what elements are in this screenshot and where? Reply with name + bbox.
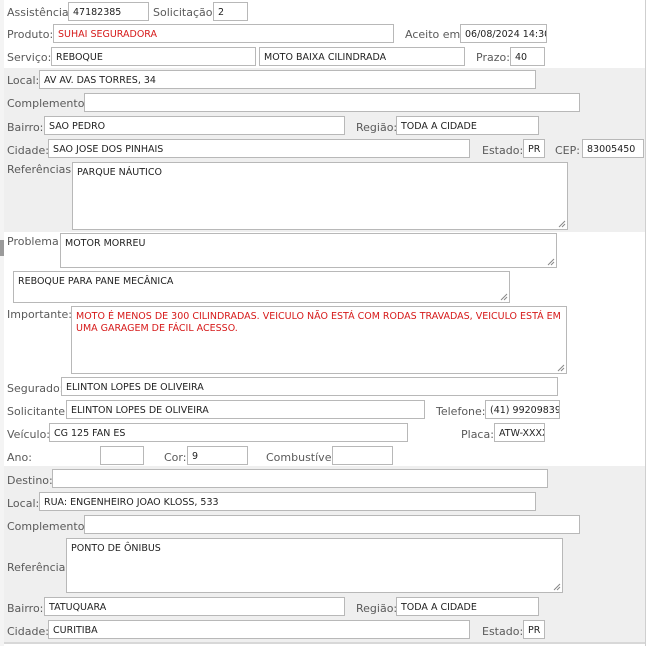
resize-grip-icon[interactable] bbox=[546, 257, 555, 266]
combustivel-field[interactable] bbox=[332, 446, 393, 465]
aceito-field[interactable]: 06/08/2024 14:30 bbox=[460, 24, 547, 43]
regiao-field[interactable]: TODA A CIDADE bbox=[396, 116, 539, 135]
importante-text: MOTO É MENOS DE 300 CILINDRADAS. VEICULO… bbox=[76, 311, 561, 334]
resize-grip-icon[interactable] bbox=[552, 582, 561, 591]
referencias-text: PARQUE NÁUTICO bbox=[77, 167, 162, 178]
cidade-label: Cidade: bbox=[7, 144, 49, 157]
placa-label: Placa: bbox=[461, 428, 494, 441]
destino-bairro-label: Bairro: bbox=[7, 602, 44, 615]
cor-field[interactable]: 9 bbox=[187, 446, 248, 465]
local-field[interactable]: AV AV. DAS TORRES, 34 bbox=[39, 70, 536, 89]
combustivel-label: Combustível: bbox=[266, 451, 339, 464]
referencias-textarea[interactable]: PARQUE NÁUTICO bbox=[72, 162, 568, 230]
servico-field[interactable]: REBOQUE bbox=[51, 47, 256, 66]
prazo-label: Prazo: bbox=[476, 51, 510, 64]
problema-label: Problema: bbox=[7, 235, 63, 248]
ano-field[interactable] bbox=[100, 446, 144, 465]
servico-detalhe-field[interactable]: MOTO BAIXA CILINDRADA bbox=[259, 47, 465, 66]
destino-regiao-label: Região: bbox=[356, 602, 398, 615]
destino-estado-label: Estado: bbox=[482, 625, 524, 638]
solicitacao-field[interactable]: 2 bbox=[213, 2, 248, 21]
destino-complemento-label: Complemento: bbox=[7, 520, 89, 533]
problema-textarea[interactable]: MOTOR MORREU bbox=[60, 233, 557, 268]
complemento-label: Complemento: bbox=[7, 97, 89, 110]
solicitacao-label: Solicitação: bbox=[153, 6, 217, 19]
descricao-textarea[interactable]: REBOQUE PARA PANE MECÂNICA bbox=[13, 271, 510, 303]
veiculo-field[interactable]: CG 125 FAN ES bbox=[49, 423, 408, 442]
destino-referencia-text: PONTO DE ÔNIBUS bbox=[71, 543, 161, 554]
resize-grip-icon[interactable] bbox=[499, 292, 508, 301]
destino-referencia-textarea[interactable]: PONTO DE ÔNIBUS bbox=[66, 538, 563, 593]
telefone-field[interactable]: (41) 992098390 bbox=[485, 400, 560, 419]
solicitante-field[interactable]: ELINTON LOPES DE OLIVEIRA bbox=[66, 400, 425, 419]
telefone-label: Telefone: bbox=[436, 405, 486, 418]
bottom-divider bbox=[4, 642, 645, 644]
destino-local-label: Local: bbox=[7, 497, 40, 510]
estado-field[interactable]: PR bbox=[523, 139, 545, 158]
assistencia-label: Assistência: bbox=[7, 6, 73, 19]
segurado-label: Segurado: bbox=[7, 382, 64, 395]
destino-referencia-label: Referência: bbox=[7, 561, 70, 574]
local-label: Local: bbox=[7, 74, 40, 87]
bairro-label: Bairro: bbox=[7, 121, 44, 134]
produto-label: Produto: bbox=[7, 28, 54, 41]
cidade-field[interactable]: SAO JOSE DOS PINHAIS bbox=[48, 139, 470, 158]
destino-complemento-field[interactable] bbox=[84, 515, 580, 534]
destino-local-field[interactable]: RUA: ENGENHEIRO JOAO KLOSS, 533 bbox=[39, 492, 536, 511]
ano-label: Ano: bbox=[7, 451, 32, 464]
destino-estado-field[interactable]: PR bbox=[523, 620, 545, 639]
solicitante-label: Solicitante: bbox=[7, 405, 69, 418]
resize-grip-icon[interactable] bbox=[557, 219, 566, 228]
destino-cidade-label: Cidade: bbox=[7, 625, 49, 638]
assistencia-field[interactable]: 47182385 bbox=[68, 2, 149, 21]
placa-field[interactable]: ATW-XXXX bbox=[494, 423, 545, 442]
destino-cidade-field[interactable]: CURITIBA bbox=[48, 620, 470, 639]
bairro-field[interactable]: SAO PEDRO bbox=[44, 116, 345, 135]
cep-label: CEP: bbox=[555, 144, 580, 157]
right-pane bbox=[646, 0, 667, 646]
descricao-text: REBOQUE PARA PANE MECÂNICA bbox=[18, 276, 174, 287]
servico-label: Serviço: bbox=[7, 51, 52, 64]
importante-label: Importante: bbox=[7, 308, 73, 321]
cep-field[interactable]: 83005450 bbox=[582, 139, 644, 158]
produto-field[interactable]: SUHAI SEGURADORA bbox=[53, 24, 394, 43]
service-form: Assistência: 47182385 Solicitação: 2 Pro… bbox=[0, 0, 646, 646]
destino-bairro-field[interactable]: TATUQUARA bbox=[44, 597, 345, 616]
veiculo-label: Veículo: bbox=[7, 428, 51, 441]
left-scroll-marker bbox=[0, 240, 4, 256]
aceito-label: Aceito em: bbox=[405, 28, 464, 41]
destino-label: Destino: bbox=[7, 474, 53, 487]
segurado-field[interactable]: ELINTON LOPES DE OLIVEIRA bbox=[61, 377, 558, 396]
destino-regiao-field[interactable]: TODA A CIDADE bbox=[396, 597, 539, 616]
resize-grip-icon[interactable] bbox=[556, 363, 565, 372]
importante-textarea[interactable]: MOTO É MENOS DE 300 CILINDRADAS. VEICULO… bbox=[71, 306, 567, 374]
regiao-label: Região: bbox=[356, 121, 398, 134]
cor-label: Cor: bbox=[164, 451, 187, 464]
prazo-field[interactable]: 40 bbox=[510, 47, 545, 66]
destino-field[interactable] bbox=[52, 469, 548, 488]
referencias-label: Referências: bbox=[7, 163, 75, 176]
complemento-field[interactable] bbox=[84, 93, 580, 112]
problema-text: MOTOR MORREU bbox=[65, 238, 146, 249]
estado-label: Estado: bbox=[482, 144, 524, 157]
